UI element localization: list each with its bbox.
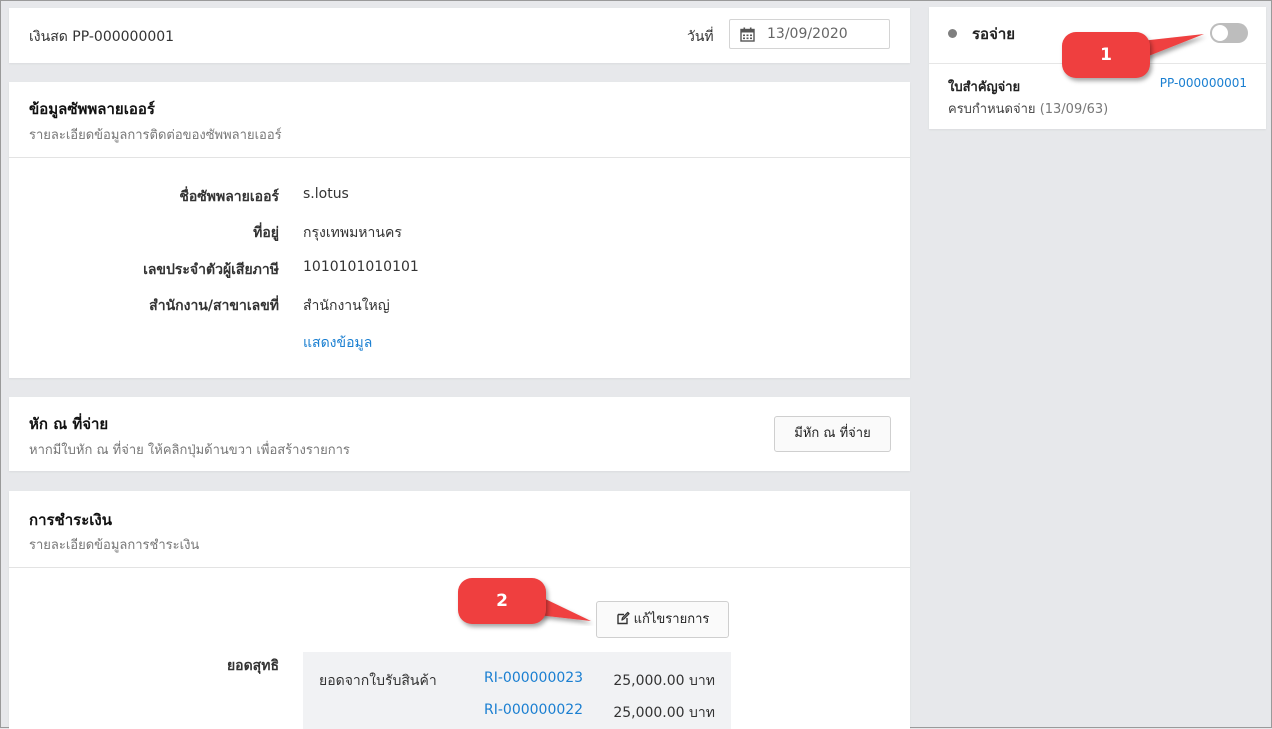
- document-number-link[interactable]: PP-000000001: [1160, 76, 1247, 90]
- payment-subtitle: รายละเอียดข้อมูลการชำระเงิน: [29, 538, 200, 553]
- row-amount: 25,000.00 บาท: [613, 673, 715, 689]
- branch-value: สำนักงานใหญ่: [303, 298, 390, 314]
- receipt-link[interactable]: RI-000000022: [484, 702, 583, 718]
- edit-items-label: แก้ไขรายการ: [633, 612, 710, 627]
- address-value: กรุงเทพมหานคร: [303, 225, 402, 241]
- withholding-subtitle: หากมีใบหัก ณ ที่จ่าย ให้คลิกปุ่มด้านขวา …: [29, 443, 350, 458]
- net-total-table: ยอดจากใบรับสินค้า RI-000000023 25,000.00…: [303, 652, 731, 729]
- status-dot-icon: [948, 29, 957, 38]
- edit-icon: [616, 611, 630, 625]
- date-label: วันที่: [687, 29, 714, 45]
- supplier-subtitle: รายละเอียดข้อมูลการติดต่อของซัพพลายเออร์: [29, 128, 282, 143]
- toggle-knob: [1212, 25, 1228, 41]
- row-description: ยอดจากใบรับสินค้า: [319, 673, 437, 689]
- edit-items-button[interactable]: แก้ไขรายการ: [596, 601, 729, 638]
- supplier-section: ข้อมูลซัพพลายเออร์ รายละเอียดข้อมูลการติ…: [9, 82, 910, 378]
- due-date-text: ครบกำหนดจ่าย (13/09/63): [948, 98, 1108, 119]
- section-divider: [9, 567, 910, 568]
- date-field[interactable]: 13/09/2020: [729, 19, 890, 49]
- address-label: ที่อยู่: [253, 225, 279, 241]
- receipt-link[interactable]: RI-000000023: [484, 670, 583, 686]
- due-label: ครบกำหนดจ่าย: [948, 102, 1036, 117]
- payment-title: การชำระเงิน: [29, 511, 112, 529]
- branch-label: สำนักงาน/สาขาเลขที่: [149, 298, 279, 314]
- supplier-title: ข้อมูลซัพพลายเออร์: [29, 100, 155, 118]
- status-toggle[interactable]: [1210, 23, 1248, 43]
- document-header: เงินสด PP-000000001 วันที่ 13/09/2020: [9, 8, 910, 63]
- add-withholding-button[interactable]: มีหัก ณ ที่จ่าย: [774, 416, 891, 452]
- annotation-callout-2: 2: [458, 578, 546, 624]
- app-frame: เงินสด PP-000000001 วันที่ 13/09/2020 ข้…: [0, 0, 1272, 729]
- due-date: (13/09/63): [1039, 102, 1109, 117]
- table-row: RI-000000022 25,000.00 บาท: [303, 696, 731, 726]
- supplier-name-label: ชื่อซัพพลายเออร์: [179, 189, 279, 205]
- calendar-icon: [740, 27, 755, 42]
- show-details-link[interactable]: แสดงข้อมูล: [303, 332, 372, 354]
- status-label: รอจ่าย: [972, 25, 1016, 43]
- tax-id-label: เลขประจำตัวผู้เสียภาษี: [143, 262, 279, 278]
- date-value: 13/09/2020: [767, 26, 848, 42]
- annotation-callout-1: 1: [1062, 32, 1150, 78]
- withholding-section: หัก ณ ที่จ่าย หากมีใบหัก ณ ที่จ่าย ให้คล…: [9, 397, 910, 471]
- withholding-title: หัก ณ ที่จ่าย: [29, 415, 109, 433]
- section-divider: [9, 157, 910, 158]
- row-amount: 25,000.00 บาท: [613, 705, 715, 721]
- tax-id-value: 1010101010101: [303, 259, 419, 275]
- supplier-name-value: s.lotus: [303, 186, 349, 202]
- net-total-label: ยอดสุทธิ: [226, 658, 279, 674]
- document-kind: ใบสำคัญจ่าย: [948, 80, 1021, 95]
- document-title: เงินสด PP-000000001: [29, 29, 175, 45]
- table-row: ยอดจากใบรับสินค้า RI-000000023 25,000.00…: [303, 664, 731, 694]
